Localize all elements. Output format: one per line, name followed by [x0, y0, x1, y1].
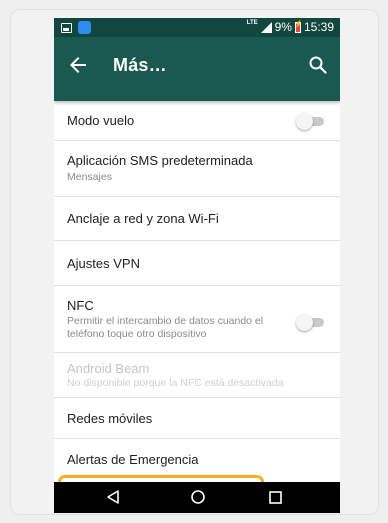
phone-screen: LTE 9% 15:39 Más… Modo vuelo Aplicación … [54, 18, 340, 513]
battery-charging-icon [294, 20, 303, 33]
home-circle-icon[interactable] [190, 489, 206, 505]
network-type-label: LTE [246, 20, 258, 26]
settings-item-android-beam: Android Beam No disponible porque la NFC… [54, 353, 340, 398]
settings-item-tethering[interactable]: Anclaje a red y zona Wi-Fi [54, 197, 340, 241]
settings-item-mobile-networks[interactable]: Redes móviles [54, 398, 340, 439]
item-label: Aplicación SMS predeterminada [67, 153, 253, 168]
item-label: Anclaje a red y zona Wi-Fi [67, 211, 219, 226]
item-subtitle: No disponible porque la NFC está desacti… [67, 377, 284, 389]
app-bar: Más… [54, 37, 340, 101]
settings-item-vpn[interactable]: Ajustes VPN [54, 241, 340, 286]
signal-icon [260, 21, 272, 33]
settings-item-airplane-mode[interactable]: Modo vuelo [54, 101, 340, 141]
search-icon[interactable] [306, 53, 330, 77]
page-title: Más… [113, 55, 167, 75]
item-label: Redes móviles [67, 411, 153, 426]
item-subtitle: Mensajes [67, 171, 112, 183]
status-time: 15:39 [303, 20, 334, 34]
nfc-toggle[interactable] [296, 314, 324, 331]
item-label: Android Beam [67, 361, 150, 376]
settings-item-nfc[interactable]: NFC Permitir el intercambio de datos cua… [54, 286, 340, 353]
back-arrow-icon[interactable] [66, 53, 90, 77]
item-subtitle: Permitir el intercambio de datos cuando … [67, 315, 264, 340]
back-triangle-icon[interactable] [105, 489, 121, 505]
navigation-bar [54, 482, 340, 513]
airplane-mode-toggle[interactable] [296, 113, 324, 130]
settings-list: Modo vuelo Aplicación SMS predeterminada… [54, 101, 340, 513]
app-notification-icon [78, 21, 91, 34]
item-label: Alertas de Emergencia [67, 452, 199, 467]
recents-square-icon[interactable] [268, 490, 283, 505]
settings-item-emergency-alerts[interactable]: Alertas de Emergencia [54, 439, 340, 483]
item-label: Ajustes VPN [67, 256, 140, 271]
settings-item-sms-app[interactable]: Aplicación SMS predeterminada Mensajes [54, 141, 340, 197]
battery-percentage: 9% [274, 20, 292, 34]
item-label: NFC [67, 298, 94, 313]
item-label: Modo vuelo [67, 113, 135, 128]
status-bar: LTE 9% 15:39 [54, 18, 340, 37]
image-notification-icon [61, 22, 72, 33]
